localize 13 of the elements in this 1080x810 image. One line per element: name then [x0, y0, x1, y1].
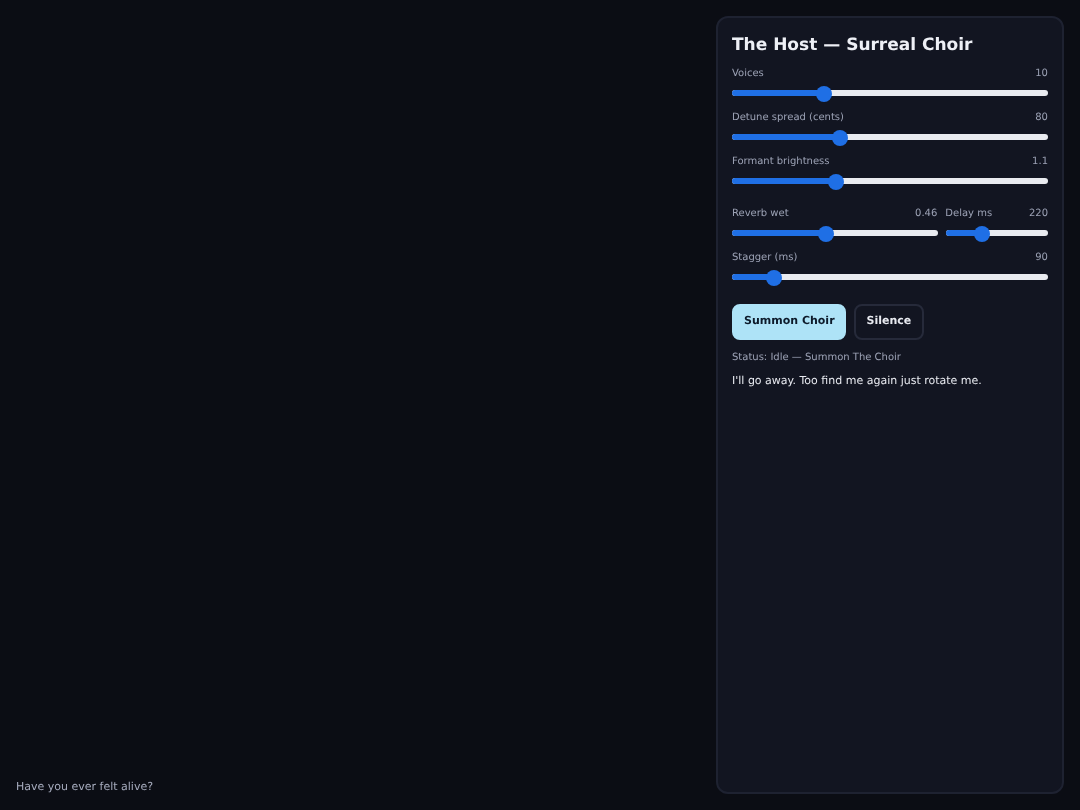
slider-thumb[interactable]	[765, 269, 782, 285]
slider-track[interactable]	[945, 230, 1048, 236]
slider-track[interactable]	[732, 274, 1048, 280]
slider-thumb[interactable]	[974, 225, 991, 241]
slider-track[interactable]	[732, 90, 1048, 96]
slider-thumb[interactable]	[828, 173, 845, 189]
slider-thumb[interactable]	[818, 225, 835, 241]
panel-title: The Host — Surreal Choir	[732, 36, 975, 56]
slider-track[interactable]	[732, 178, 1048, 184]
slider-track[interactable]	[732, 134, 1048, 140]
slider-thumb[interactable]	[815, 85, 832, 101]
slider-track[interactable]	[732, 230, 938, 236]
slider-thumb[interactable]	[831, 129, 848, 145]
